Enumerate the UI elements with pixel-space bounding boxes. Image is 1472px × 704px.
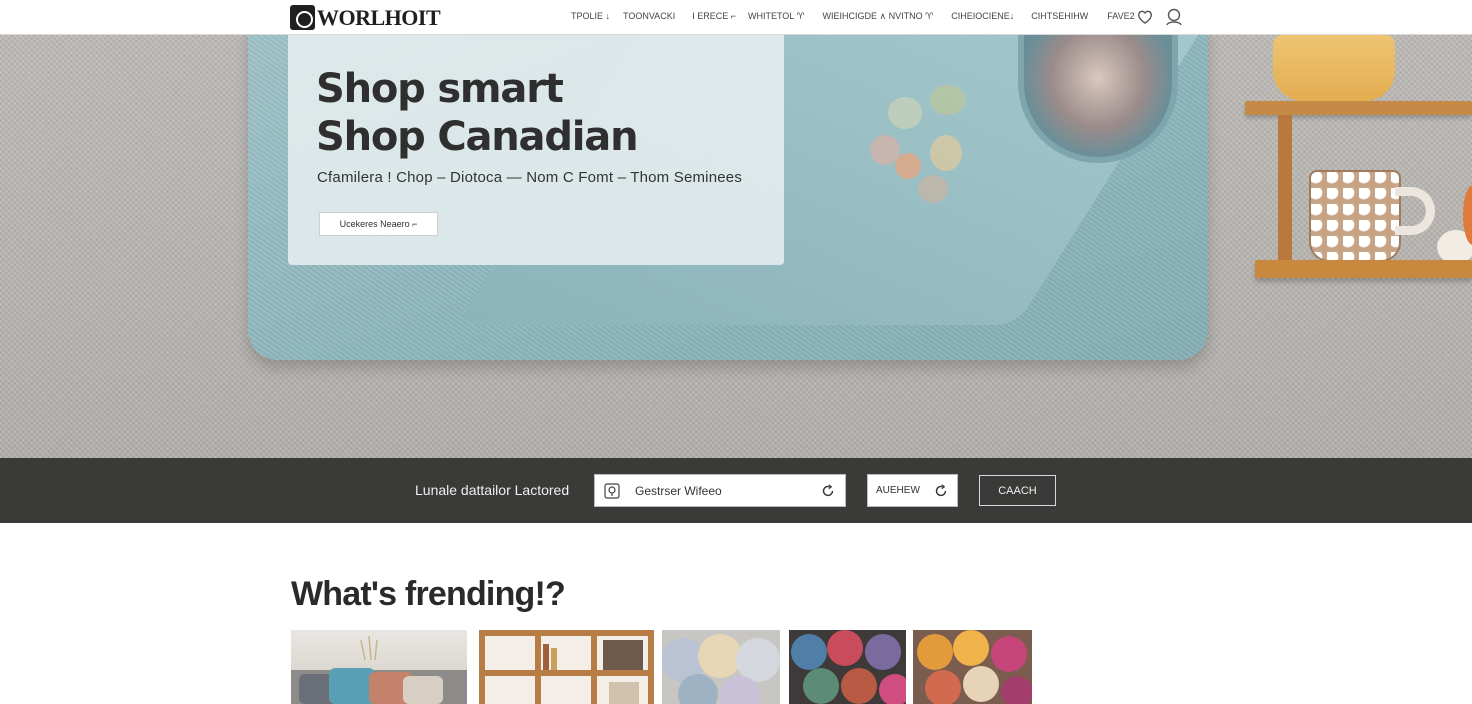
trending-tile-pastel-yarn[interactable] — [662, 630, 780, 704]
user-icon[interactable] — [1165, 8, 1183, 26]
nav-item-2[interactable]: TOONVACKI — [623, 11, 675, 22]
hero-subtitle: Cfamilera ! Chop – Diotoca — Nom C Fomt … — [317, 169, 743, 186]
hero-shelf-board — [1245, 101, 1472, 115]
hero-yarn-dot — [888, 97, 922, 129]
site-header: WORLHOIT TPOLIE ↓ TOONVACKI I ERECE ⌐ WH… — [0, 0, 1472, 35]
site-logo[interactable]: WORLHOIT — [290, 4, 441, 30]
nav-item-1[interactable]: TPOLIE ↓ — [571, 11, 610, 22]
logo-text: WORLHOIT — [317, 4, 441, 30]
heart-icon[interactable] — [1136, 8, 1154, 26]
refresh-icon[interactable] — [933, 483, 949, 499]
location-pin-icon — [604, 482, 620, 499]
location-input[interactable]: Gestrser Wifeeo — [594, 474, 846, 507]
nav-item-7[interactable]: CIHTSEHIHW — [1031, 11, 1088, 22]
bookshelf-image — [479, 630, 654, 704]
logo-icon — [290, 5, 315, 30]
dark-yarn-image — [791, 630, 906, 704]
nav-item-4[interactable]: WHITETOL ♈ — [748, 11, 805, 22]
trending-tile-sofa-cushions[interactable] — [291, 630, 467, 704]
pastel-yarn-image — [662, 634, 780, 704]
nav-item-3[interactable]: I ERECE ⌐ — [692, 11, 736, 22]
hero-text-card: Shop smart Shop Canadian Cfamilera ! Cho… — [288, 35, 784, 265]
radius-select[interactable]: AUEHEW — [867, 474, 958, 507]
trending-tile-wooden-bookshelf[interactable] — [479, 630, 654, 704]
hero-shelf-board-lower — [1255, 260, 1472, 278]
hero-banner: Shop smart Shop Canadian Cfamilera ! Cho… — [0, 35, 1472, 458]
hero-title: Shop smart Shop Canadian — [316, 65, 639, 161]
nav-item-8[interactable]: FAVE2 — [1107, 11, 1134, 22]
colorful-yarn-image — [917, 630, 1032, 704]
hero-cta-button[interactable]: Ucekeres Neaero ⌐ — [319, 212, 438, 236]
radius-select-value: AUEHEW — [876, 485, 920, 496]
trending-heading: What's frending!? — [291, 575, 566, 613]
location-input-value: Gestrser Wifeeo — [635, 483, 722, 498]
search-button[interactable]: CAACH — [979, 475, 1056, 506]
hero-yarn-dot — [930, 85, 966, 115]
hero-shelf-post — [1278, 115, 1292, 265]
location-label: Lunale dattailor Lactored — [415, 482, 570, 498]
hero-shelf-basket — [1273, 35, 1395, 101]
sofa-cushions-image — [291, 635, 467, 704]
hero-title-line-2: Shop Canadian — [316, 114, 639, 160]
hero-mug — [1309, 170, 1401, 262]
hero-mug-handle — [1395, 187, 1435, 235]
hero-yarn-dot — [930, 135, 962, 171]
hero-title-line-1: Shop smart — [316, 66, 564, 112]
hero-yarn-dot — [918, 175, 948, 203]
hero-yarn-dot — [895, 153, 921, 179]
main-nav: TPOLIE ↓ TOONVACKI I ERECE ⌐ WHITETOL ♈ … — [571, 11, 1135, 22]
trending-tile-colorful-yarn[interactable] — [913, 630, 1032, 704]
nav-item-6[interactable]: CIHEIOCIENE↓ — [951, 11, 1014, 22]
nav-item-5[interactable]: WIEIHCIGDE ∧ NVITNO ♈ — [823, 11, 934, 22]
trending-tile-dark-yarn[interactable] — [789, 630, 906, 704]
refresh-icon[interactable] — [820, 483, 836, 499]
location-bar: Lunale dattailor Lactored Gestrser Wifee… — [0, 458, 1472, 523]
hero-shelf — [1245, 35, 1472, 295]
